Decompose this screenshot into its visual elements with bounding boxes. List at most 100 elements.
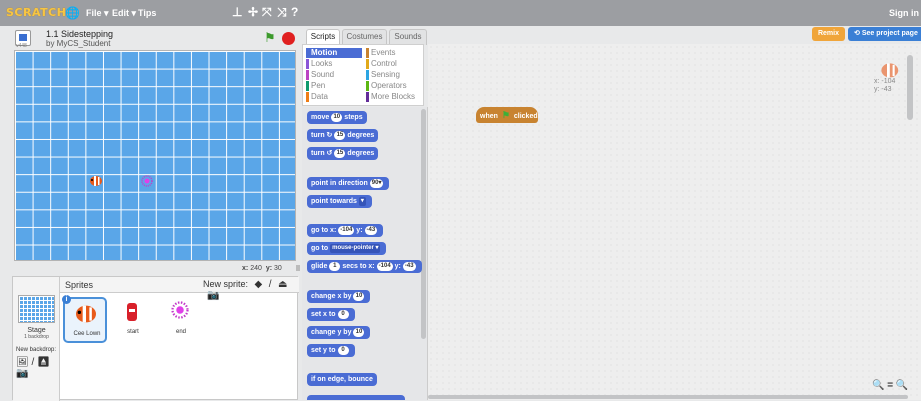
scripts-vertical-scrollbar[interactable]	[907, 55, 913, 120]
palette-scrollbar[interactable]	[421, 109, 426, 339]
zoom-controls[interactable]: 🔍 = 🔍	[872, 380, 908, 391]
sign-in-link[interactable]: Sign in	[889, 8, 919, 18]
tab-scripts[interactable]: Scripts	[306, 29, 340, 45]
scratch-logo[interactable]: SCRATCH	[6, 6, 66, 19]
project-title[interactable]: 1.1 Sidestepping	[46, 29, 113, 39]
block-text: change x by	[311, 293, 352, 300]
new-backdrop-label: New backdrop:	[16, 347, 57, 353]
category-label: Sound	[311, 70, 335, 79]
tab-sounds[interactable]: Sounds	[389, 29, 427, 45]
block-text: point in direction	[311, 180, 368, 187]
category-pen[interactable]: Pen	[306, 81, 362, 91]
category-control[interactable]: Control	[366, 59, 422, 69]
sprite-thumb-start[interactable]: start	[111, 297, 155, 343]
category-events[interactable]: Events	[366, 48, 422, 58]
block-text: secs to x:	[342, 263, 375, 270]
value-input[interactable]: 10	[353, 291, 365, 301]
bounce-block[interactable]: if on edge, bounce	[307, 373, 377, 386]
block-text: turn ↺	[311, 150, 333, 157]
category-label: Pen	[311, 81, 326, 90]
go-to-target-block[interactable]: go to mouse-pointer ▾	[307, 242, 387, 255]
paint-icon[interactable]: /	[31, 357, 34, 368]
set-x-block[interactable]: set x to 0	[307, 308, 355, 321]
target-dropdown[interactable]: mouse-pointer ▾	[330, 243, 381, 253]
x-input[interactable]: -104	[376, 261, 393, 271]
degrees-input[interactable]: 15	[334, 148, 346, 158]
scripts-area[interactable]: when ⚑ clicked x: -104 y: -43	[428, 44, 921, 400]
globe-icon[interactable]: 🌐	[65, 6, 80, 20]
turn-right-block[interactable]: turn ↻ 15 degrees	[307, 129, 379, 142]
y-input[interactable]: -43	[402, 261, 416, 271]
stage-resize-handle[interactable]	[296, 265, 300, 271]
block-text: if on edge, bounce	[311, 376, 373, 383]
value-input[interactable]: 0	[337, 345, 349, 355]
stop-button[interactable]	[282, 32, 295, 45]
green-flag-button[interactable]: ⚑	[264, 30, 276, 46]
flower-sprite[interactable]	[141, 175, 153, 187]
upload-sprite-icon[interactable]: ⏏	[278, 279, 287, 290]
sprites-label: Sprites	[65, 280, 94, 290]
scripts-horizontal-scrollbar[interactable]	[428, 395, 908, 399]
image-library-icon[interactable]: 🖼	[16, 357, 29, 368]
backdrop-tools: 🖼 / ⏏ 📷	[16, 357, 59, 379]
category-more-blocks[interactable]: More Blocks	[366, 92, 422, 102]
sprite-name: end	[175, 329, 186, 335]
category-data[interactable]: Data	[306, 92, 362, 102]
category-sound[interactable]: Sound	[306, 70, 362, 80]
y-input[interactable]: -43	[364, 225, 378, 235]
camera-sprite-icon[interactable]: 📷	[207, 290, 219, 301]
towards-dropdown[interactable]: ▾	[358, 196, 366, 206]
button-label: See project page	[861, 30, 918, 37]
set-y-block[interactable]: set y to 0	[307, 344, 355, 357]
shrink-icon[interactable]: ⤨	[277, 5, 287, 20]
upload-icon[interactable]: ⏏	[37, 357, 50, 368]
file-menu[interactable]: File ▾	[86, 8, 109, 19]
stage-canvas[interactable]	[14, 50, 296, 261]
block-text: turn ↻	[311, 132, 333, 139]
cut-icon[interactable]: ✢	[248, 5, 258, 19]
camera-icon[interactable]: 📷	[16, 368, 28, 379]
block-text: when	[480, 113, 498, 120]
block-text: move	[311, 114, 330, 121]
point-towards-block[interactable]: point towards ▾	[307, 195, 372, 208]
steps-input[interactable]: 10	[331, 112, 343, 122]
category-label: Events	[371, 48, 396, 57]
turn-left-block[interactable]: turn ↺ 15 degrees	[307, 147, 379, 160]
edit-menu[interactable]: Edit ▾	[112, 8, 136, 19]
change-y-block[interactable]: change y by 10	[307, 326, 371, 339]
direction-dropdown[interactable]: 90▾	[369, 178, 384, 188]
sprite-thumb-cee-lown[interactable]: i Cee Lown	[62, 295, 107, 343]
see-project-page-button[interactable]: ⟲ See project page	[848, 27, 921, 41]
x-label: x:	[242, 265, 249, 272]
paint-new-sprite-icon[interactable]: /	[269, 279, 272, 290]
grow-icon[interactable]: ⤧	[262, 5, 272, 20]
info-icon[interactable]: i	[62, 295, 71, 304]
value-input[interactable]: 10	[353, 327, 365, 337]
change-x-block[interactable]: change x by 10	[307, 290, 371, 303]
tab-costumes[interactable]: Costumes	[342, 29, 387, 45]
stage-thumbnail[interactable]	[18, 295, 55, 323]
duplicate-stamp-icon[interactable]: ⊥	[232, 5, 242, 19]
move-steps-block[interactable]: move 10 steps	[307, 111, 367, 124]
when-flag-clicked-block[interactable]: when ⚑ clicked	[476, 107, 538, 123]
category-looks[interactable]: Looks	[306, 59, 362, 69]
category-operators[interactable]: Operators	[366, 81, 422, 91]
menu-bar: SCRATCH 🌐 File ▾ Edit ▾ Tips ⊥ ✢ ⤧ ⤨ ? S…	[0, 0, 921, 26]
tips-menu[interactable]: Tips	[138, 8, 156, 18]
secs-input[interactable]: 1	[329, 261, 341, 271]
sprite-library-icon[interactable]: ◆	[255, 279, 263, 290]
value-input[interactable]: 0	[337, 309, 349, 319]
clownfish-sprite[interactable]	[89, 175, 103, 187]
degrees-input[interactable]: 15	[334, 130, 346, 140]
block-text: degrees	[347, 132, 375, 139]
help-icon[interactable]: ?	[291, 5, 298, 19]
x-input[interactable]: -104	[338, 225, 355, 235]
sprite-thumb-end[interactable]: end	[159, 297, 203, 343]
category-sensing[interactable]: Sensing	[366, 70, 422, 80]
go-to-xy-block[interactable]: go to x: -104 y: -43	[307, 224, 384, 237]
glide-block[interactable]: glide 1 secs to x: -104 y: -43	[307, 260, 422, 273]
point-direction-block[interactable]: point in direction 90▾	[307, 177, 390, 190]
remix-button[interactable]: Remix	[812, 27, 845, 41]
category-motion[interactable]: Motion	[306, 48, 362, 58]
rotation-style-block[interactable]	[307, 395, 405, 400]
